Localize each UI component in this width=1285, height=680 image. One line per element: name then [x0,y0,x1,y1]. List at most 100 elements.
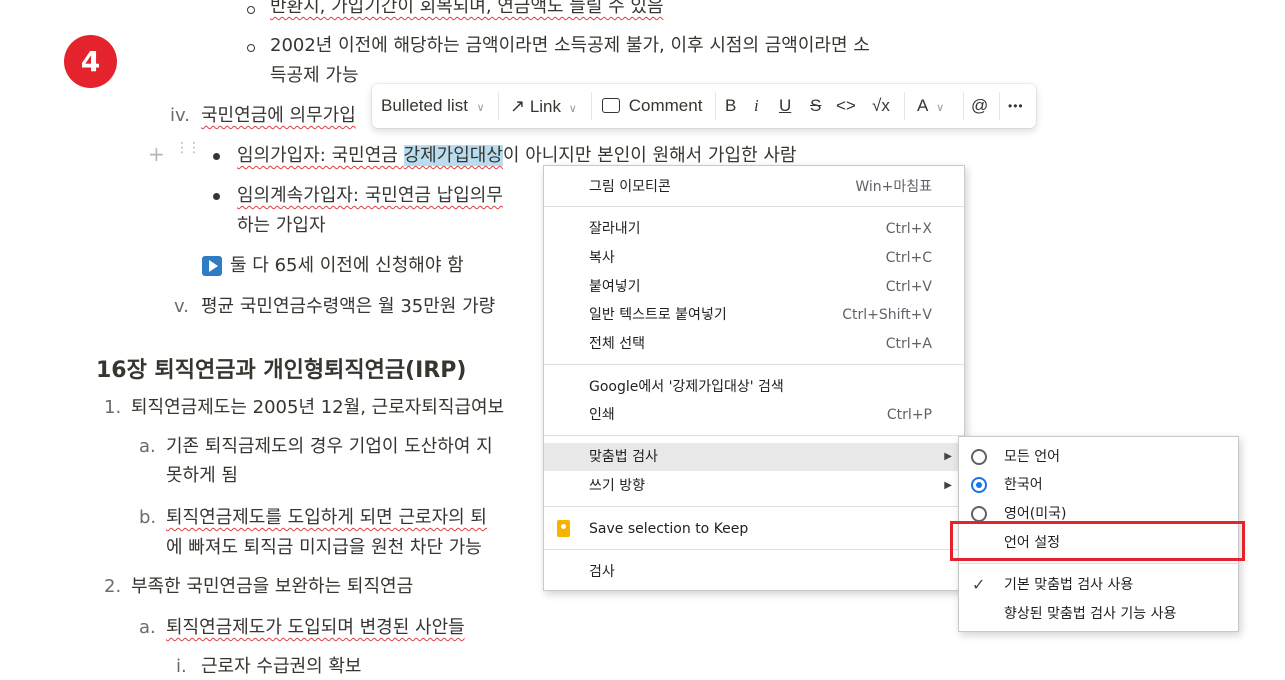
formatting-toolbar: Bulleted list ∨ ↗ Link ∨ Comment B i U S… [372,84,1036,128]
menu-item-spellcheck[interactable]: 맞춤법 검사 ▶ [544,443,964,471]
menu-item-paste[interactable]: 붙여넣기 Ctrl+V [544,273,964,301]
list-marker-a: a. [139,436,156,457]
menu-label: Save selection to Keep [589,521,749,537]
code-button[interactable]: <> [836,84,856,128]
selected-text[interactable]: 강제가입대상 [403,145,503,166]
doc-line-iv[interactable]: 국민연금에 의무가입 [201,103,356,129]
checkmark-icon: ✓ [972,575,986,594]
play-arrow-icon [202,256,222,276]
menu-shortcut: Ctrl+X [885,221,932,237]
menu-item-save-keep[interactable]: Save selection to Keep [544,515,964,543]
menu-label: Google에서 '강제가입대상' 검색 [589,379,784,395]
menu-item-select-all[interactable]: 전체 선택 Ctrl+A [544,330,964,358]
radio-icon [971,449,987,465]
submenu-item-enhanced-spellcheck[interactable]: 향상된 맞춤법 검사 기능 사용 [959,600,1238,628]
highlight-annotation-box [950,521,1245,561]
doc-line-bullet2-b[interactable]: 하는 가입자 [237,213,326,239]
submenu-item-basic-spellcheck[interactable]: ✓ 기본 맞춤법 검사 사용 [959,571,1238,599]
list-marker-v: v. [174,296,189,317]
menu-label: 전체 선택 [589,336,645,352]
bullet-icon [213,193,220,200]
menu-label: 붙여넣기 [589,279,641,295]
menu-item-print[interactable]: 인쇄 Ctrl+P [544,401,964,429]
bullet1-text-b: 이 아니지만 본인이 원해서 가입한 사람 [502,145,797,166]
doc-line-b2[interactable]: 에 빠져도 퇴직금 미지급을 원천 차단 가능 [166,535,482,561]
menu-shortcut: Ctrl+C [885,250,932,266]
list-marker-a2: a. [139,617,156,638]
submenu-arrow-icon: ▶ [944,451,952,462]
submenu-label: 모든 언어 [1004,449,1060,465]
menu-label: 검사 [589,564,615,580]
chevron-down-icon: ∨ [936,102,945,114]
doc-line-arrow[interactable]: 둘 다 65세 이전에 신청해야 함 [230,253,464,279]
block-type-dropdown[interactable]: Bulleted list ∨ [381,84,485,128]
list-marker-1: 1. [104,397,122,418]
more-options-icon[interactable]: ••• [1008,84,1024,128]
menu-item-paste-plain[interactable]: 일반 텍스트로 붙여넣기 Ctrl+Shift+V [544,301,964,329]
menu-item-google-search[interactable]: Google에서 '강제가입대상' 검색 [544,373,964,401]
text-color-label: A [917,96,928,115]
bold-button[interactable]: B [725,84,736,128]
sub-bullet-icon [247,6,255,14]
drag-handle-icon[interactable]: ⋮⋮ [175,141,201,155]
keep-icon [557,520,570,537]
menu-item-cut[interactable]: 잘라내기 Ctrl+X [544,215,964,243]
step-number-badge: 4 [64,35,117,88]
menu-item-emoji[interactable]: 그림 이모티콘 Win+마침표 [544,173,964,201]
submenu-label: 한국어 [1004,477,1043,493]
radio-icon [971,506,987,522]
menu-item-inspect[interactable]: 검사 [544,558,964,586]
doc-line-a1[interactable]: 기존 퇴직금제도의 경우 기업이 도산하여 지 [166,434,493,460]
menu-label: 잘라내기 [589,221,641,237]
chevron-down-icon: ∨ [568,103,577,115]
doc-line-a2[interactable]: 못하게 됨 [166,463,238,489]
doc-line-v[interactable]: 평균 국민연금수령액은 월 35만원 가량 [201,294,495,320]
bullet-icon [213,153,220,160]
radio-selected-icon [971,477,987,493]
list-marker-i: i. [176,656,187,677]
doc-line-b1[interactable]: 퇴직연금제도를 도입하게 되면 근로자의 퇴 [166,505,487,531]
doc-line-bullet2-a[interactable]: 임의계속가입자: 국민연금 납입의무 [237,183,503,209]
menu-shortcut: Ctrl+Shift+V [842,307,932,323]
mention-button[interactable]: @ [971,84,988,128]
menu-label: 일반 텍스트로 붙여넣기 [589,307,727,323]
link-button[interactable]: ↗ Link ∨ [510,84,577,128]
list-marker-iv: iv. [170,105,190,126]
comment-icon [602,98,620,113]
link-arrow-icon: ↗ [510,96,526,116]
text-color-button[interactable]: A ∨ [917,84,944,128]
section-heading[interactable]: 16장 퇴직연금과 개인형퇴직연금(IRP) [96,352,466,384]
menu-label: 복사 [589,250,615,266]
doc-line-2002-a[interactable]: 2002년 이전에 해당하는 금액이라면 소득공제 불가, 이후 시점의 금액이… [270,33,870,59]
strikethrough-button[interactable]: S [810,84,821,128]
menu-item-writing-direction[interactable]: 쓰기 방향 ▶ [544,472,964,500]
list-marker-b: b. [139,507,157,528]
doc-line-item1[interactable]: 퇴직연금제도는 2005년 12월, 근로자퇴직급여보 [131,395,504,421]
menu-item-copy[interactable]: 복사 Ctrl+C [544,244,964,272]
menu-label: 그림 이모티콘 [589,179,671,195]
doc-line-2002-b[interactable]: 득공제 가능 [270,63,359,89]
submenu-item-all-languages[interactable]: 모든 언어 [959,443,1238,471]
submenu-arrow-icon: ▶ [944,480,952,491]
context-menu: 그림 이모티콘 Win+마침표 잘라내기 Ctrl+X 복사 Ctrl+C 붙여… [543,165,965,591]
doc-line-a2-item[interactable]: 퇴직연금제도가 도입되며 변경된 사안들 [166,615,465,641]
menu-shortcut: Win+마침표 [855,179,932,195]
equation-button[interactable]: √x [872,84,890,128]
link-label: Link [529,97,562,116]
comment-label: Comment [628,96,703,115]
comment-button[interactable]: Comment [602,84,702,128]
sub-bullet-icon [247,44,255,52]
doc-line-partial[interactable]: 반환시, 가입기간이 회복되며, 연금액도 늘릴 수 있음 [270,0,664,20]
menu-shortcut: Ctrl+V [885,279,932,295]
menu-shortcut: Ctrl+A [885,336,932,352]
underline-button[interactable]: U [779,84,791,128]
chevron-down-icon: ∨ [476,102,485,114]
italic-button[interactable]: i [754,84,759,128]
submenu-item-korean[interactable]: 한국어 [959,471,1238,499]
doc-line-i[interactable]: 근로자 수급권의 확보 [201,654,361,680]
doc-line-item2[interactable]: 부족한 국민연금을 보완하는 퇴직연금 [131,574,413,600]
menu-label: 인쇄 [589,407,615,423]
menu-label: 맞춤법 검사 [589,449,658,465]
list-marker-2: 2. [104,576,122,597]
add-block-icon[interactable]: + [148,142,165,166]
